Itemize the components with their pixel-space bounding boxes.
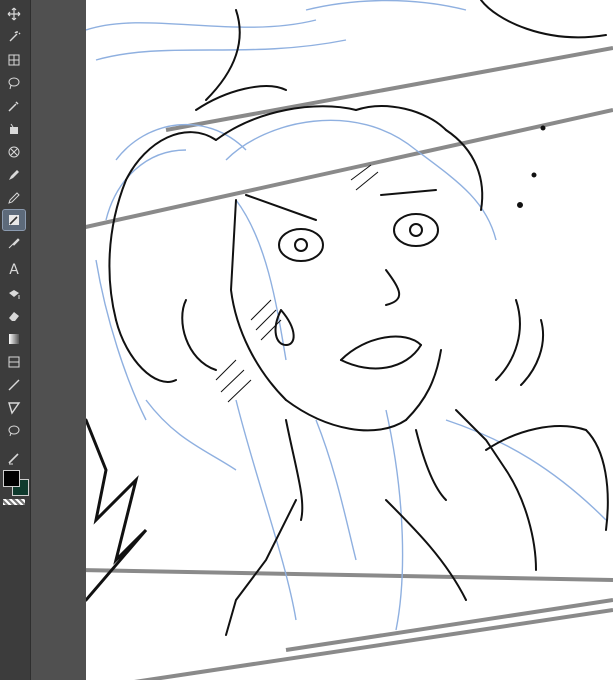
correct-line-icon[interactable] bbox=[3, 448, 25, 468]
move-icon[interactable] bbox=[3, 4, 25, 24]
foreground-color-swatch[interactable] bbox=[3, 470, 20, 487]
drawing-canvas[interactable] bbox=[86, 0, 613, 680]
balloon-icon[interactable] bbox=[3, 421, 25, 441]
artwork-layer bbox=[86, 0, 613, 680]
ink-hatching bbox=[215, 164, 379, 403]
side-panel-strip bbox=[31, 0, 86, 680]
brush-icon[interactable] bbox=[2, 209, 26, 231]
pencil-icon[interactable] bbox=[3, 188, 25, 208]
lasso-icon[interactable] bbox=[3, 73, 25, 93]
decoration-icon[interactable] bbox=[3, 284, 25, 304]
bucket-icon[interactable] bbox=[3, 119, 25, 139]
eyedropper-icon[interactable] bbox=[3, 96, 25, 116]
blend-icon[interactable] bbox=[3, 142, 25, 162]
tool-palette: A bbox=[0, 0, 31, 680]
text-icon[interactable]: A bbox=[3, 260, 25, 280]
zoom-icon[interactable] bbox=[3, 50, 25, 70]
magic-wand-icon[interactable] bbox=[3, 27, 25, 47]
transparent-color-swatch[interactable] bbox=[3, 499, 25, 505]
frame-icon[interactable] bbox=[3, 352, 25, 372]
line-icon[interactable] bbox=[3, 375, 25, 395]
ruler-icon[interactable] bbox=[3, 398, 25, 418]
gradient-icon[interactable] bbox=[3, 329, 25, 349]
pen-icon[interactable] bbox=[3, 165, 25, 185]
eraser-icon[interactable] bbox=[3, 306, 25, 326]
color-swatches[interactable] bbox=[3, 470, 29, 496]
airbrush-icon[interactable] bbox=[3, 233, 25, 253]
